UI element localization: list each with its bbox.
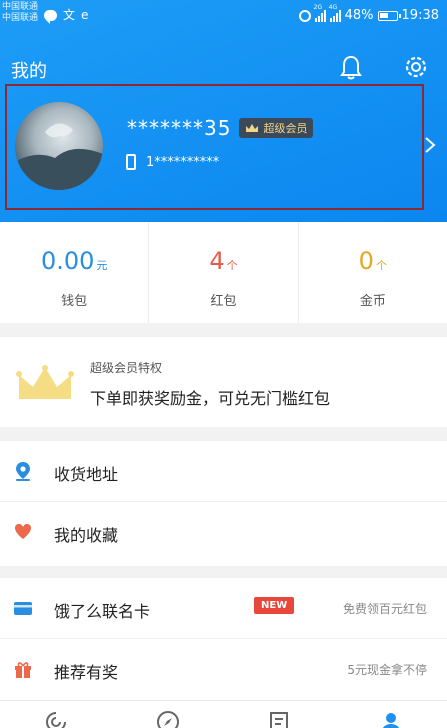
list-item-cobrand-card[interactable]: 饿了么联名卡 NEW 免费领百元红包 bbox=[0, 578, 447, 639]
nav-profile[interactable] bbox=[335, 701, 447, 728]
wallet-label: 钱包 bbox=[61, 294, 88, 309]
phone-number: 1********** bbox=[146, 154, 220, 170]
cobrand-card-label: 饿了么联名卡 bbox=[54, 602, 151, 621]
crown-icon bbox=[246, 124, 259, 132]
crown-icon bbox=[16, 365, 74, 399]
profile-card[interactable]: *******35 超级会员 1********** bbox=[5, 84, 436, 210]
favorites-label: 我的收藏 bbox=[54, 526, 119, 545]
menu-list-secondary: 饿了么联名卡 NEW 免费领百元红包 推荐有奖 5元现金拿不停 bbox=[0, 578, 447, 700]
signal-icon-2: 4G bbox=[329, 4, 341, 22]
translate-icon: 文 bbox=[63, 8, 76, 22]
gift-icon bbox=[15, 662, 31, 678]
redpacket-value: 4 bbox=[209, 247, 225, 275]
avatar[interactable] bbox=[15, 102, 103, 190]
browser-icon: e bbox=[81, 8, 89, 22]
stat-redpacket[interactable]: 4个 红包 bbox=[149, 222, 299, 323]
wallet-value-row: 0.00 元 bbox=[0, 246, 148, 281]
wallet-unit: 元 bbox=[96, 259, 108, 272]
vip-privilege-card[interactable]: 超级会员特权 下单即获奖励金，可兑无门槛红包 bbox=[0, 337, 447, 427]
vip-badge-label: 超级会员 bbox=[263, 122, 308, 135]
carrier-2: 中国联通 bbox=[2, 13, 39, 23]
new-badge: NEW bbox=[254, 597, 295, 614]
phone-icon bbox=[126, 154, 136, 170]
wallet-value: 0.00 bbox=[40, 247, 95, 275]
status-right: 2G 4G 48% 19:38 bbox=[298, 4, 439, 23]
carrier-label: 中国联通 中国联通 bbox=[2, 2, 38, 24]
heart-icon bbox=[15, 524, 31, 539]
stat-wallet[interactable]: 0.00 元 钱包 bbox=[0, 222, 150, 323]
vip-card-desc: 下单即获奖励金，可兑无门槛红包 bbox=[90, 389, 331, 408]
phone-row: 1********** bbox=[126, 154, 219, 170]
clock: 19:38 bbox=[401, 8, 439, 23]
referral-label: 推荐有奖 bbox=[54, 663, 119, 682]
profile-header: 中国联通 中国联通 文 e 2G 4G 48% 19:38 我的 *******… bbox=[0, 0, 447, 222]
status-bar: 中国联通 中国联通 文 e 2G 4G 48% 19:38 bbox=[0, 0, 447, 34]
nav-discover[interactable] bbox=[112, 701, 224, 728]
home-icon bbox=[45, 712, 66, 728]
bell-icon[interactable] bbox=[339, 54, 363, 82]
list-item-favorites[interactable]: 我的收藏 bbox=[0, 502, 447, 563]
net-tag-2: 4G bbox=[328, 3, 338, 11]
avatar-image bbox=[15, 123, 103, 190]
vip-badge: 超级会员 bbox=[239, 118, 314, 138]
compass-icon bbox=[156, 711, 179, 728]
chevron-right-icon bbox=[425, 137, 436, 153]
username-row: *******35 超级会员 bbox=[127, 116, 314, 140]
settings-icon[interactable] bbox=[402, 53, 430, 81]
stat-coins[interactable]: 0个 金币 bbox=[299, 222, 447, 323]
carrier-1: 中国联通 bbox=[2, 2, 39, 12]
coins-value: 0 bbox=[358, 247, 374, 275]
signal-icon: 2G bbox=[314, 4, 326, 22]
coins-unit: 个 bbox=[375, 259, 387, 272]
list-item-address[interactable]: 收货地址 bbox=[0, 441, 447, 502]
profile-icon bbox=[382, 713, 400, 728]
redpacket-value-row: 4个 bbox=[149, 246, 297, 281]
redpacket-unit: 个 bbox=[226, 259, 238, 272]
vip-card-title: 超级会员特权 bbox=[90, 361, 163, 375]
location-pin-icon bbox=[16, 462, 30, 481]
address-label: 收货地址 bbox=[54, 465, 119, 484]
redpacket-label: 红包 bbox=[210, 294, 237, 309]
coins-label: 金币 bbox=[359, 294, 386, 309]
alarm-icon bbox=[298, 9, 311, 22]
message-icon bbox=[44, 9, 57, 24]
notification-icons: 文 e bbox=[44, 8, 89, 24]
nav-home[interactable] bbox=[0, 701, 112, 728]
battery-percent: 48% bbox=[344, 8, 374, 23]
net-tag-1: 2G bbox=[313, 3, 323, 11]
cobrand-card-hint: 免费领百元红包 bbox=[342, 602, 427, 616]
bottom-nav bbox=[0, 700, 447, 728]
coins-value-row: 0个 bbox=[299, 246, 447, 281]
list-item-referral[interactable]: 推荐有奖 5元现金拿不停 bbox=[0, 639, 447, 700]
page-title: 我的 bbox=[11, 61, 47, 82]
referral-hint: 5元现金拿不停 bbox=[347, 663, 427, 677]
account-stats: 0.00 元 钱包 4个 红包 0个 金币 bbox=[0, 222, 447, 323]
battery-icon bbox=[377, 10, 401, 21]
username: *******35 bbox=[127, 116, 232, 140]
card-icon bbox=[14, 602, 32, 615]
orders-icon bbox=[270, 712, 289, 728]
nav-orders[interactable] bbox=[224, 701, 336, 728]
menu-list-primary: 收货地址 我的收藏 bbox=[0, 441, 447, 566]
